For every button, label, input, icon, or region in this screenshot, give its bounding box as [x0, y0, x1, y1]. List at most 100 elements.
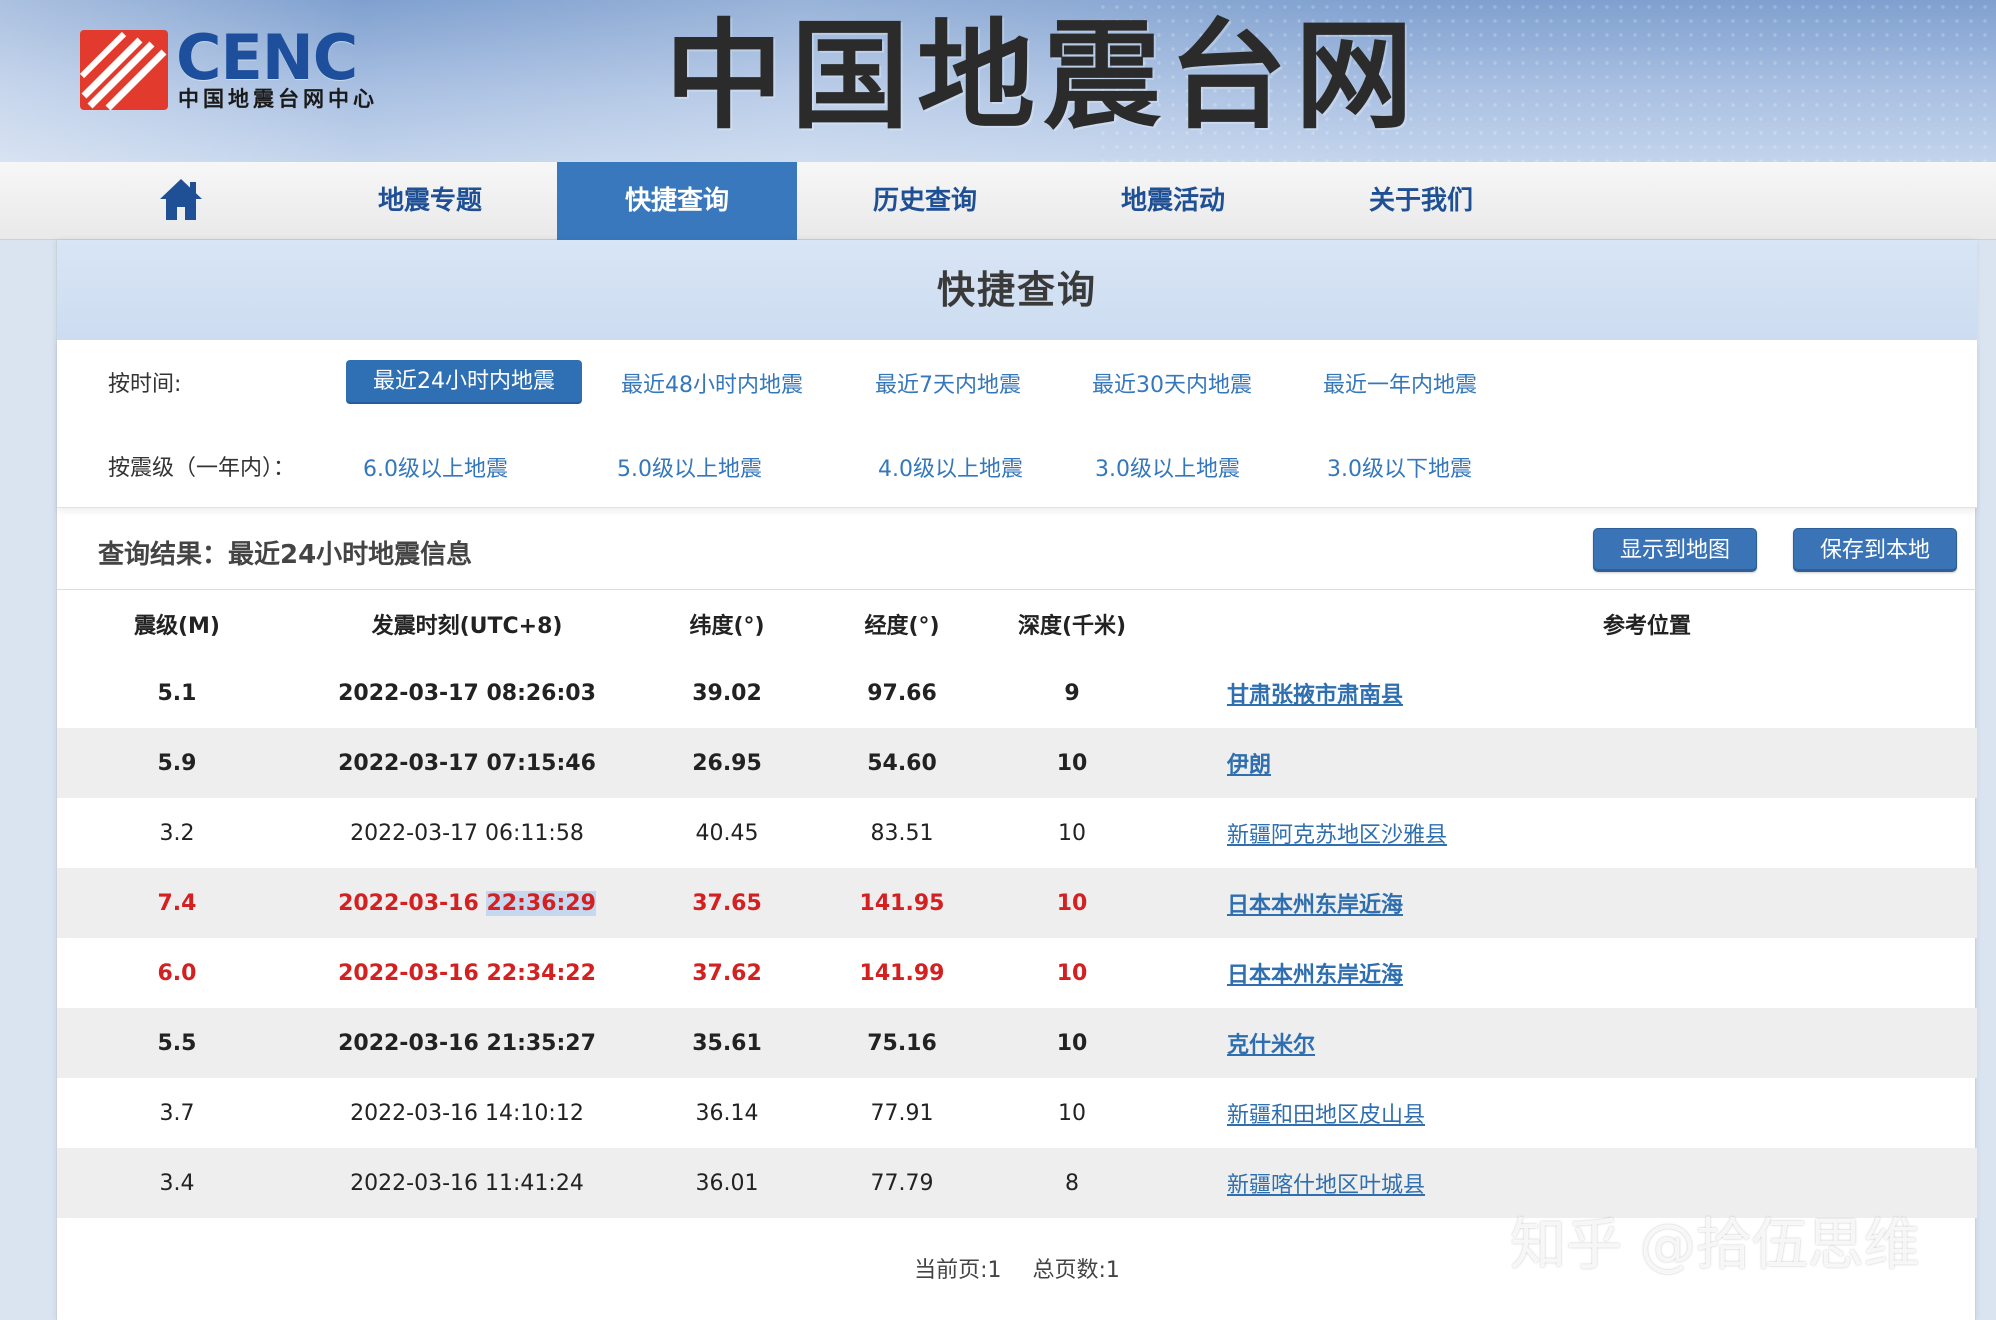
- cell-location: 甘肃张掖市肃南县: [1227, 658, 1727, 728]
- table-row: 5.5 2022-03-16 21:35:27 35.61 75.16 10 克…: [57, 1008, 1977, 1078]
- cell-depth: 8: [1065, 1170, 1079, 1196]
- cell-time: 2022-03-16 11:41:24: [350, 1170, 584, 1196]
- site-header: CENC 中国地震台网中心 中国地震台网: [0, 0, 1996, 162]
- cell-time-clock-selected: 22:36:29: [486, 890, 596, 916]
- location-link[interactable]: 日本本州东岸近海: [1227, 887, 1403, 919]
- location-link[interactable]: 克什米尔: [1227, 1027, 1315, 1059]
- filter-section: 按时间: 最近24小时内地震 最近48小时内地震 最近7天内地震 最近30天内地…: [57, 340, 1977, 508]
- cell-magnitude: 5.5: [157, 1030, 197, 1056]
- nav-item-history-query[interactable]: 历史查询: [805, 162, 1045, 240]
- cell-longitude: 141.95: [859, 890, 945, 916]
- save-local-button[interactable]: 保存到本地: [1793, 528, 1957, 572]
- cell-magnitude: 3.4: [159, 1170, 195, 1196]
- header-magnitude: 震级(M): [133, 614, 220, 639]
- cell-depth: 10: [1056, 1030, 1088, 1056]
- location-link[interactable]: 甘肃张掖市肃南县: [1227, 677, 1403, 709]
- cell-time: 2022-03-16 21:35:27: [338, 1030, 596, 1056]
- mag-option-4[interactable]: 4.0级以上地震: [878, 451, 1023, 483]
- cell-longitude: 83.51: [870, 820, 934, 846]
- cell-latitude: 26.95: [692, 750, 762, 776]
- mag-option-3-below[interactable]: 3.0级以下地震: [1327, 451, 1472, 483]
- cell-latitude: 35.61: [692, 1030, 762, 1056]
- mag-option-6[interactable]: 6.0级以上地震: [363, 451, 508, 483]
- cell-depth: 10: [1056, 960, 1088, 986]
- header-latitude: 纬度(°): [689, 614, 765, 639]
- table-row: 3.7 2022-03-16 14:10:12 36.14 77.91 10 新…: [57, 1078, 1977, 1148]
- cell-magnitude: 3.7: [159, 1100, 195, 1126]
- earthquake-table: 震级(M) 发震时刻(UTC+8) 纬度(°) 经度(°) 深度(千米) 参考位…: [57, 590, 1977, 1218]
- show-map-button[interactable]: 显示到地图: [1593, 528, 1757, 572]
- cell-depth: 10: [1056, 890, 1088, 916]
- nav-item-about[interactable]: 关于我们: [1301, 162, 1541, 240]
- cell-location: 日本本州东岸近海: [1227, 868, 1727, 938]
- time-option-1y[interactable]: 最近一年内地震: [1323, 367, 1477, 399]
- mag-option-3-above[interactable]: 3.0级以上地震: [1095, 451, 1240, 483]
- result-title: 查询结果：最近24小时地震信息: [98, 540, 473, 570]
- table-header-row: 震级(M) 发震时刻(UTC+8) 纬度(°) 经度(°) 深度(千米) 参考位…: [57, 590, 1977, 658]
- cenc-logo[interactable]: CENC 中国地震台网中心: [80, 21, 420, 116]
- time-option-48h[interactable]: 最近48小时内地震: [621, 367, 803, 399]
- cell-latitude: 36.14: [695, 1100, 759, 1126]
- time-option-30d[interactable]: 最近30天内地震: [1092, 367, 1252, 399]
- cell-location: 日本本州东岸近海: [1227, 938, 1727, 1008]
- cell-location: 克什米尔: [1227, 1008, 1727, 1078]
- location-link[interactable]: 新疆喀什地区叶城县: [1227, 1167, 1425, 1199]
- header-location: 参考位置: [1602, 614, 1691, 639]
- table-row: 5.1 2022-03-17 08:26:03 39.02 97.66 9 甘肃…: [57, 658, 1977, 728]
- cell-depth: 9: [1064, 680, 1080, 706]
- cell-longitude: 77.79: [870, 1170, 934, 1196]
- cell-location: 新疆阿克苏地区沙雅县: [1227, 798, 1727, 868]
- location-link[interactable]: 伊朗: [1227, 747, 1271, 779]
- logo-subtitle: 中国地震台网中心: [178, 87, 378, 111]
- cell-time: 2022-03-16 22:36:29: [287, 868, 647, 938]
- cell-time: 2022-03-17 08:26:03: [338, 680, 596, 706]
- location-link[interactable]: 新疆阿克苏地区沙雅县: [1227, 817, 1447, 849]
- nav-item-topics[interactable]: 地震专题: [310, 162, 550, 240]
- total-pages: 总页数:1: [1032, 1258, 1120, 1283]
- cell-location: 伊朗: [1227, 728, 1727, 798]
- time-filter-label: 按时间:: [108, 372, 182, 397]
- cell-latitude: 37.65: [692, 890, 762, 916]
- cell-magnitude: 7.4: [157, 890, 197, 916]
- cell-latitude: 39.02: [692, 680, 762, 706]
- location-link[interactable]: 新疆和田地区皮山县: [1227, 1097, 1425, 1129]
- page-title: 快捷查询: [57, 240, 1977, 340]
- table-row: 7.4 2022-03-16 22:36:29 37.65 141.95 10 …: [57, 868, 1977, 938]
- cell-time: 2022-03-16 14:10:12: [350, 1100, 584, 1126]
- current-page: 当前页:1: [914, 1258, 1002, 1283]
- cell-magnitude: 6.0: [157, 960, 197, 986]
- nav-item-quick-query[interactable]: 快捷查询: [557, 162, 797, 240]
- cell-location: 新疆和田地区皮山县: [1227, 1078, 1727, 1148]
- time-option-7d[interactable]: 最近7天内地震: [875, 367, 1021, 399]
- cell-longitude: 54.60: [867, 750, 937, 776]
- location-link[interactable]: 日本本州东岸近海: [1227, 957, 1403, 989]
- table-row: 6.0 2022-03-16 22:34:22 37.62 141.99 10 …: [57, 938, 1977, 1008]
- time-option-24h[interactable]: 最近24小时内地震: [346, 360, 582, 404]
- site-title: 中国地震台网: [665, 6, 1422, 145]
- header-longitude: 经度(°): [864, 614, 940, 639]
- cell-magnitude: 5.9: [157, 750, 197, 776]
- cell-longitude: 75.16: [867, 1030, 937, 1056]
- cell-longitude: 77.91: [870, 1100, 934, 1126]
- nav-item-activity[interactable]: 地震活动: [1053, 162, 1293, 240]
- cell-time: 2022-03-16 22:34:22: [338, 960, 596, 986]
- cell-latitude: 36.01: [695, 1170, 759, 1196]
- cell-longitude: 141.99: [859, 960, 945, 986]
- cell-time-date: 2022-03-16: [338, 890, 479, 916]
- home-icon[interactable]: [158, 176, 204, 224]
- main-panel: 快捷查询 按时间: 最近24小时内地震 最近48小时内地震 最近7天内地震 最近…: [56, 240, 1977, 1320]
- zhihu-watermark: 知乎 @拾伍思维: [1510, 1213, 1920, 1278]
- magnitude-filter-label: 按震级（一年内）：: [108, 456, 296, 481]
- logo-wordmark: CENC: [176, 21, 358, 94]
- result-bar: 查询结果：最近24小时地震信息 显示到地图 保存到本地: [57, 508, 1977, 590]
- cell-magnitude: 3.2: [159, 820, 195, 846]
- mag-option-5[interactable]: 5.0级以上地震: [617, 451, 762, 483]
- header-time: 发震时刻(UTC+8): [371, 614, 563, 639]
- cell-longitude: 97.66: [867, 680, 937, 706]
- header-depth: 深度(千米): [1017, 614, 1127, 639]
- cell-magnitude: 5.1: [157, 680, 197, 706]
- cell-latitude: 37.62: [692, 960, 762, 986]
- cenc-logo-mark-icon: [80, 30, 168, 111]
- cell-latitude: 40.45: [695, 820, 759, 846]
- main-nav: 地震专题 快捷查询 历史查询 地震活动 关于我们: [0, 162, 1996, 240]
